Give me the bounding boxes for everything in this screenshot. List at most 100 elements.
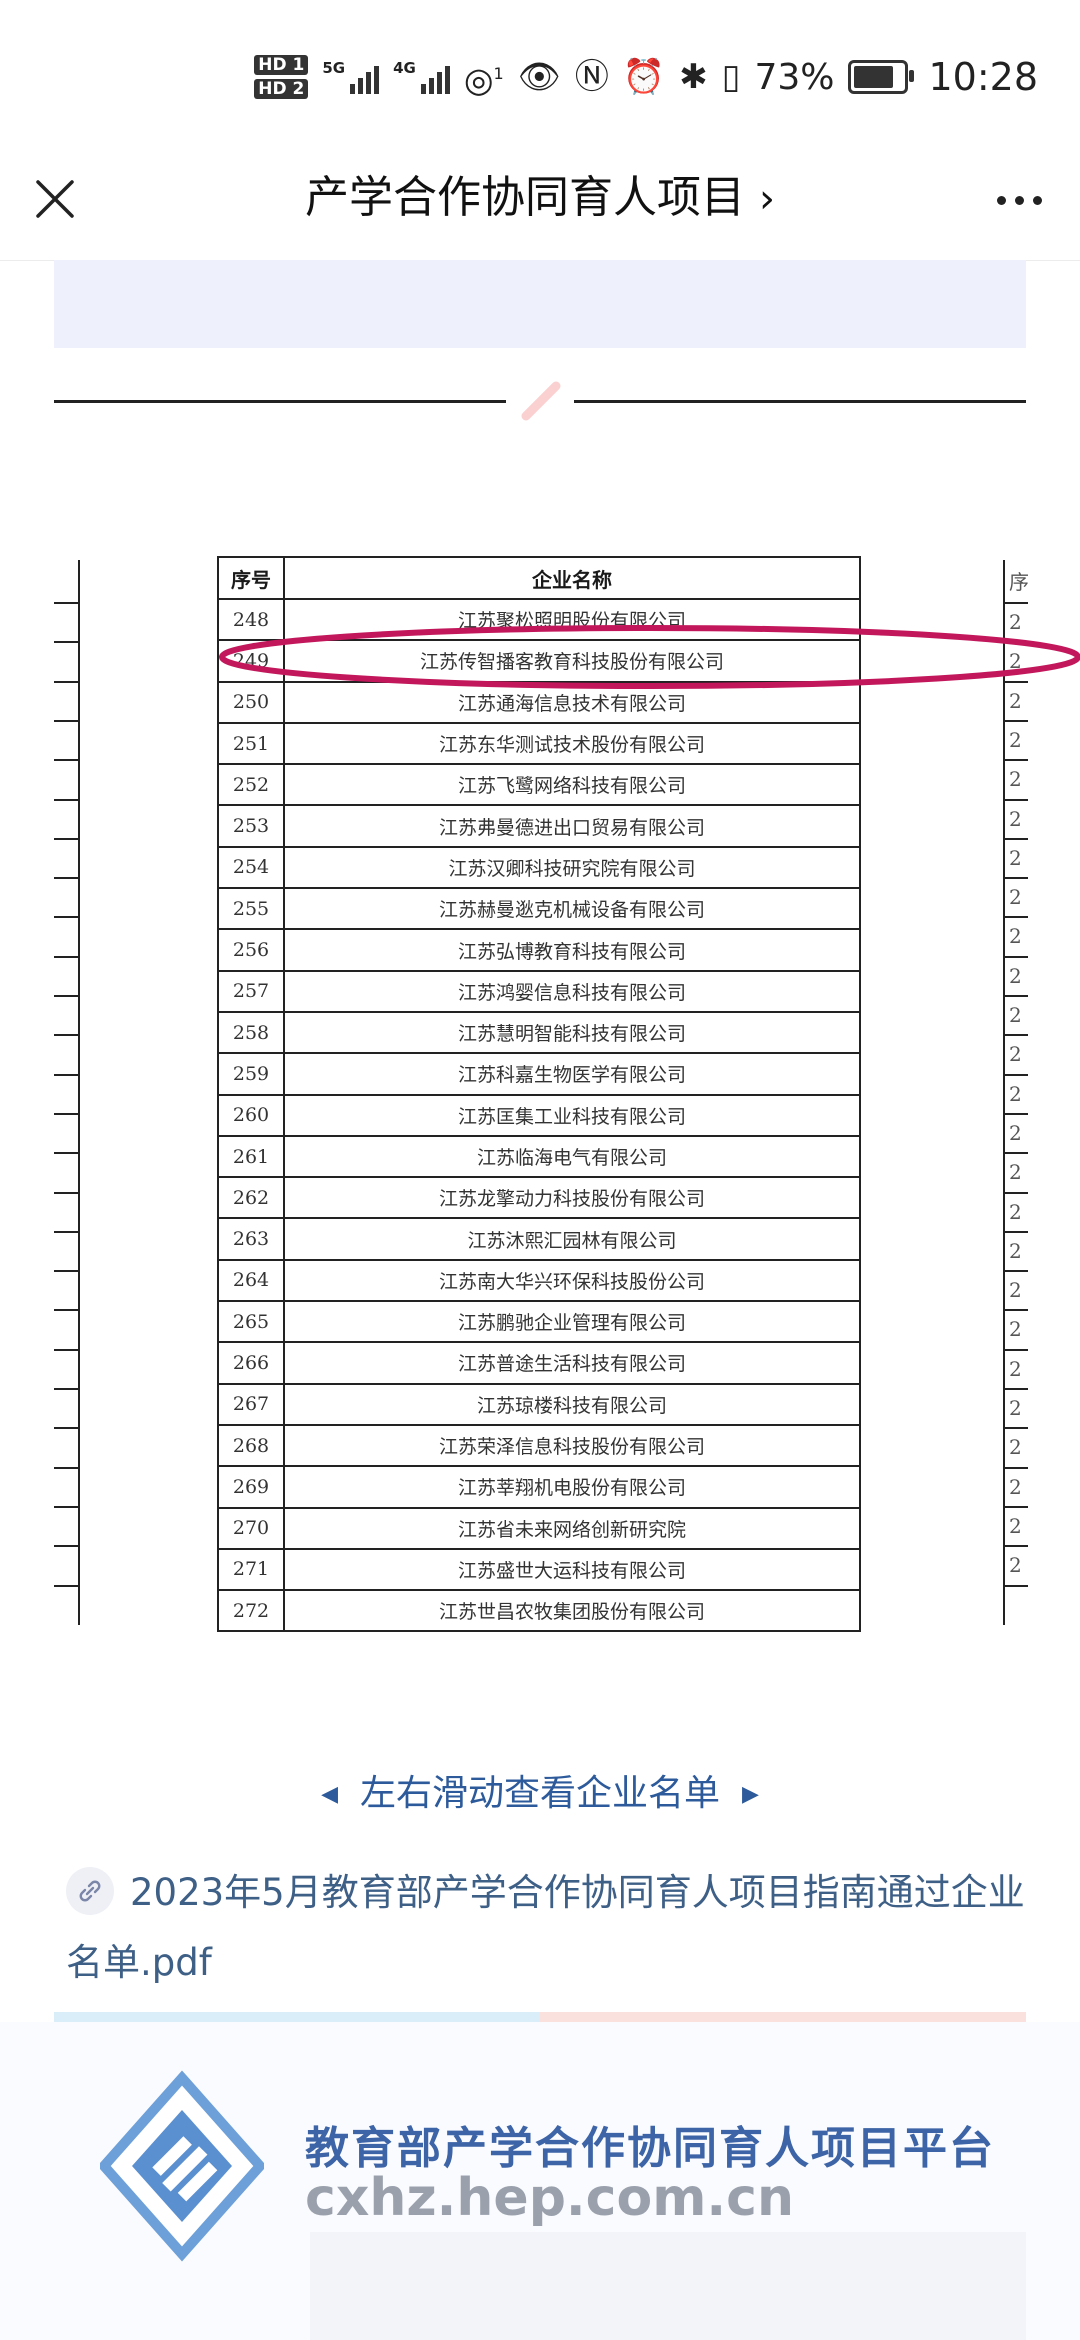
table-row: 257 江苏鸿婴信息科技有限公司 — [217, 969, 861, 1013]
bluetooth-icon: ✱ — [679, 57, 708, 97]
next-table-digit-fragment: 2 — [1009, 1042, 1022, 1067]
hotspot-icon: ◎1 — [463, 60, 504, 101]
index-cell: 258 — [217, 1010, 285, 1055]
company-cell: 江苏东华测试技术股份有限公司 — [283, 721, 861, 766]
company-cell: 江苏飞鹭网络科技有限公司 — [283, 763, 861, 807]
next-table-digit-fragment: 2 — [1009, 1356, 1022, 1381]
section-divider-right — [574, 400, 1026, 403]
table-row: 270 江苏省未来网络创新研究院 — [217, 1506, 861, 1550]
col-header-index: 序号 — [217, 556, 285, 600]
company-cell: 江苏沐熙汇园林有限公司 — [283, 1217, 861, 1261]
table-row: 268 江苏荣泽信息科技股份有限公司 — [217, 1423, 861, 1468]
divider-slash-icon — [521, 381, 561, 421]
next-table-digit-fragment: 2 — [1009, 924, 1022, 949]
next-table-digit-fragment: 2 — [1009, 610, 1022, 634]
next-table-digit-fragment: 2 — [1009, 688, 1022, 713]
table-row: 263 江苏沐熙汇园林有限公司 — [217, 1217, 861, 1261]
company-cell: 江苏赫曼逖克机械设备有限公司 — [283, 887, 861, 931]
table-row: 251 江苏东华测试技术股份有限公司 — [217, 721, 861, 766]
enterprise-table-scroller[interactable]: 序号 企业名称 248 江苏聚松照明股份有限公司 249 江苏传智播客教育科技股份有限… — [217, 556, 861, 1633]
next-table-digit-fragment: 2 — [1009, 767, 1022, 792]
next-table-digit-fragment: 2 — [1009, 1513, 1022, 1538]
enterprise-table: 序号 企业名称 248 江苏聚松照明股份有限公司 249 江苏传智播客教育科技股份有限… — [217, 556, 861, 1633]
index-cell: 249 — [217, 639, 285, 683]
net-type-5g: 5G — [322, 59, 346, 77]
accent-bar-blue — [54, 2012, 540, 2022]
table-row: 261 江苏临海电气有限公司 — [217, 1134, 861, 1179]
table-row: 264 江苏南大华兴环保科技股份公司 — [217, 1258, 861, 1303]
article-header-box — [54, 260, 1026, 348]
next-table-digit-fragment: 2 — [1009, 1003, 1022, 1027]
vibrate-icon: ▯ — [721, 57, 741, 97]
link-icon — [66, 1866, 114, 1915]
next-table-digit-fragment: 2 — [1009, 1435, 1022, 1460]
company-cell: 江苏临海电气有限公司 — [283, 1134, 861, 1179]
hd2-label: HD 2 — [254, 79, 309, 99]
index-cell: 254 — [217, 845, 285, 890]
company-cell: 江苏盛世大运科技有限公司 — [283, 1547, 861, 1592]
company-cell: 江苏鹏驰企业管理有限公司 — [283, 1300, 861, 1344]
company-cell: 江苏莘翔机电股份有限公司 — [283, 1465, 861, 1509]
next-table-digit-fragment: 2 — [1009, 806, 1022, 831]
company-cell: 江苏省未来网络创新研究院 — [283, 1506, 861, 1550]
more-options-icon[interactable] — [997, 196, 1042, 205]
status-icons: HD 1 HD 2 5G 4G ◎1 👁 Ⓝ ⏰ ✱ ▯ 73% 10:28 — [254, 52, 1038, 102]
next-table-digit-fragment: 2 — [1009, 1396, 1022, 1420]
next-table-digit-fragment: 2 — [1009, 1081, 1022, 1106]
hd-indicator: HD 1 HD 2 — [254, 55, 309, 99]
nfc-icon: Ⓝ — [574, 57, 609, 97]
table-row: 262 江苏龙擎动力科技股份有限公司 — [217, 1176, 861, 1220]
table-row: 250 江苏通海信息技术有限公司 — [217, 680, 861, 724]
next-table-digit-fragment: 2 — [1009, 1474, 1022, 1499]
table-row: 255 江苏赫曼逖克机械设备有限公司 — [217, 887, 861, 931]
pdf-attachment-link[interactable]: 2023年5月教育部产学合作协同育人项目指南通过企业名单.pdf — [66, 1858, 1026, 1998]
index-cell: 259 — [217, 1052, 285, 1096]
next-table-digit-fragment: 2 — [1009, 963, 1022, 988]
index-cell: 269 — [217, 1465, 285, 1509]
table-row: 254 江苏汉卿科技研究院有限公司 — [217, 845, 861, 890]
swipe-hint[interactable]: ◀ 左右滑动查看企业名单 ▶ — [0, 1766, 1080, 1823]
company-cell: 江苏琼楼科技有限公司 — [283, 1382, 861, 1426]
attachment-filename: 2023年5月教育部产学合作协同育人项目指南通过企业名单.pdf — [66, 1871, 1025, 1984]
footer-fade — [310, 2232, 1026, 2340]
eye-comfort-icon: 👁 — [517, 57, 561, 97]
next-table-digit-fragment: 2 — [1009, 1238, 1022, 1263]
index-cell: 250 — [217, 680, 285, 724]
company-cell: 江苏慧明智能科技有限公司 — [283, 1010, 861, 1055]
next-table-edge[interactable]: 序 2 2 2 2 2 2 2 2 2 2 2 2 2 2 2 2 2 2 2 2 2 2 2 2 2 — [1003, 560, 1028, 1625]
triangle-right-icon: ▶ — [742, 1782, 759, 1807]
company-cell: 江苏弘博教育科技有限公司 — [283, 928, 861, 972]
table-row: 258 江苏慧明智能科技有限公司 — [217, 1010, 861, 1055]
index-cell: 270 — [217, 1506, 285, 1550]
next-table-header-fragment: 序 — [1009, 570, 1028, 594]
status-bar: HD 1 HD 2 5G 4G ◎1 👁 Ⓝ ⏰ ✱ ▯ 73% 10:28 — [0, 0, 1080, 150]
company-cell: 江苏龙擎动力科技股份有限公司 — [283, 1176, 861, 1220]
index-cell: 257 — [217, 969, 285, 1013]
index-cell: 256 — [217, 928, 285, 972]
signal-5g-icon: 5G — [322, 59, 380, 94]
index-cell: 260 — [217, 1093, 285, 1137]
company-cell: 江苏南大华兴环保科技股份公司 — [283, 1258, 861, 1303]
index-cell: 262 — [217, 1176, 285, 1220]
next-table-digit-fragment: 2 — [1009, 845, 1022, 870]
section-divider-left — [54, 400, 506, 403]
company-cell: 江苏荣泽信息科技股份有限公司 — [283, 1423, 861, 1468]
platform-logo — [100, 2070, 264, 2262]
index-cell: 251 — [217, 721, 285, 766]
table-row: 252 江苏飞鹭网络科技有限公司 — [217, 763, 861, 807]
col-header-company: 企业名称 — [283, 556, 861, 600]
table-row: 259 江苏科嘉生物医学有限公司 — [217, 1052, 861, 1096]
table-row: 256 江苏弘博教育科技有限公司 — [217, 928, 861, 972]
company-cell: 江苏汉卿科技研究院有限公司 — [283, 845, 861, 890]
company-cell: 江苏鸿婴信息科技有限公司 — [283, 969, 861, 1013]
index-cell: 271 — [217, 1547, 285, 1592]
page-title[interactable]: 产学合作协同育人项目 › — [0, 168, 1080, 229]
table-row: 249 江苏传智播客教育科技股份有限公司 — [217, 639, 861, 683]
battery-percent: 73% — [754, 56, 835, 98]
index-cell: 255 — [217, 887, 285, 931]
index-cell: 263 — [217, 1217, 285, 1261]
prev-table-edge[interactable] — [54, 560, 80, 1625]
next-table-digit-fragment: 2 — [1009, 649, 1022, 674]
table-header-row: 序号 企业名称 — [217, 556, 861, 600]
table-row: 271 江苏盛世大运科技有限公司 — [217, 1547, 861, 1592]
